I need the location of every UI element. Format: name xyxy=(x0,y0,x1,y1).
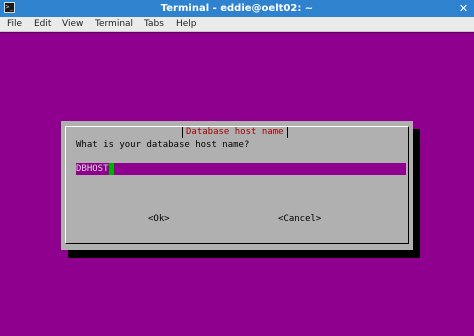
menu-view[interactable]: View xyxy=(62,17,83,31)
database-host-dialog: Database host name What is your database… xyxy=(61,121,413,250)
menu-tabs[interactable]: Tabs xyxy=(144,17,164,31)
menu-edit[interactable]: Edit xyxy=(34,17,51,31)
cancel-button[interactable]: <Cancel> xyxy=(278,214,321,225)
menu-terminal[interactable]: Terminal xyxy=(95,17,133,31)
ok-button[interactable]: <Ok> xyxy=(148,214,170,225)
menu-bar: File Edit View Terminal Tabs Help xyxy=(0,17,474,32)
window-title: Terminal - eddie@oelt02: ~ xyxy=(160,3,314,14)
menu-help[interactable]: Help xyxy=(176,17,197,31)
dialog-frame: Database host name What is your database… xyxy=(65,126,409,244)
dialog-title: Database host name xyxy=(182,127,288,138)
database-host-input[interactable]: DBHOST xyxy=(76,163,406,175)
input-value: DBHOST xyxy=(76,164,109,174)
dialog-question: What is your database host name? xyxy=(76,140,250,150)
window-titlebar[interactable]: >_ Terminal - eddie@oelt02: ~ ✕ xyxy=(0,0,474,17)
close-icon[interactable]: ✕ xyxy=(456,1,471,16)
text-cursor xyxy=(108,163,114,175)
menu-file[interactable]: File xyxy=(7,17,22,31)
